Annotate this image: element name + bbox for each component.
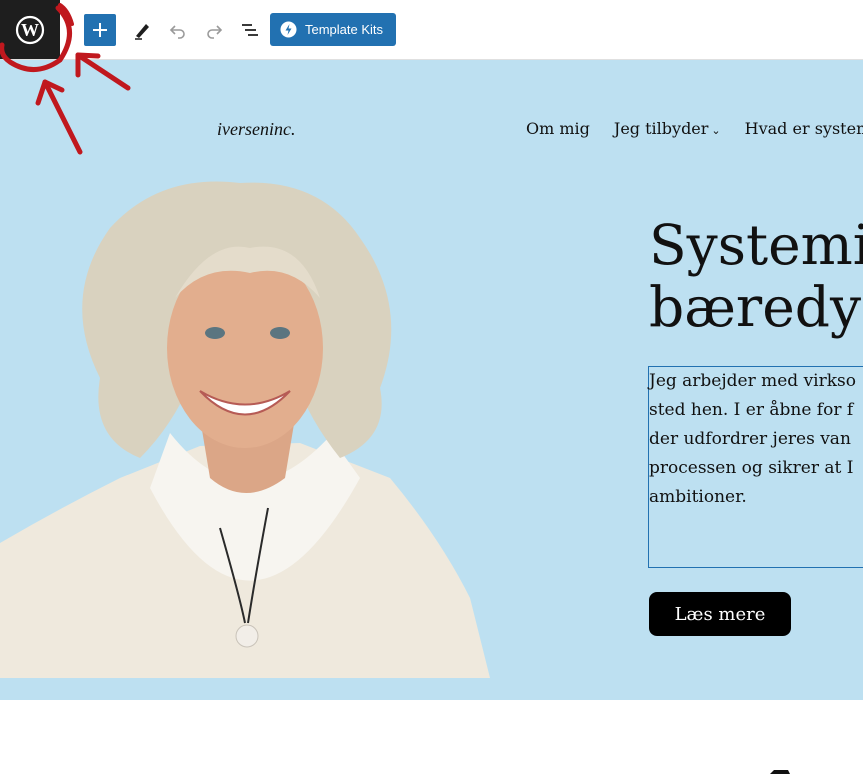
editor-canvas: iverseninc. Om mig Jeg tilbyder ⌄ Hvad er… [0,60,863,700]
tools-button[interactable] [126,14,158,46]
plus-icon [93,23,107,37]
editor-toolbar: W Template Kits [0,0,863,60]
read-more-button[interactable]: Læs mere [649,592,791,636]
paragraph-line: processen og sikrer at I [649,458,854,478]
template-kits-label: Template Kits [305,22,384,37]
template-kits-button[interactable]: Template Kits [270,13,396,46]
hero-heading-line: bæredyg [649,275,863,339]
nav-item-jeg-tilbyder[interactable]: Jeg tilbyder ⌄ [614,119,721,138]
site-navigation: Om mig Jeg tilbyder ⌄ Hvad er system [526,119,863,138]
redo-icon [207,25,223,39]
add-block-button[interactable] [84,14,116,46]
hero-paragraph[interactable]: Jeg arbejder med virkso sted hen. I er å… [649,367,863,512]
redo-button[interactable] [198,14,230,46]
hero-heading-line: Systemi [649,213,863,277]
undo-button[interactable] [162,14,194,46]
pencil-icon [135,24,149,40]
nav-item-om-mig[interactable]: Om mig [526,119,590,138]
paragraph-line: sted hen. I er åbne for f [649,400,854,420]
hero-heading[interactable]: Systemi bæredyg [649,214,863,338]
elementor-kit-icon [280,21,297,38]
wordpress-logo-button[interactable]: W [0,0,60,59]
section-heading-fragment [770,770,790,774]
svg-text:W: W [21,20,39,40]
site-title[interactable]: iverseninc. [217,119,295,140]
next-section [0,700,863,774]
undo-icon [169,25,185,39]
nav-item-label: Jeg tilbyder [613,119,709,138]
chevron-down-icon: ⌄ [711,124,721,137]
portrait-image[interactable] [0,178,490,678]
list-view-icon [242,24,258,36]
paragraph-line: Jeg arbejder med virkso [649,371,857,391]
paragraph-line: ambitioner. [649,487,747,507]
list-view-button[interactable] [234,14,266,46]
wordpress-icon: W [15,15,45,44]
paragraph-line: der udfordrer jeres van [649,429,851,449]
nav-item-hvad-er-system[interactable]: Hvad er system [745,119,863,138]
